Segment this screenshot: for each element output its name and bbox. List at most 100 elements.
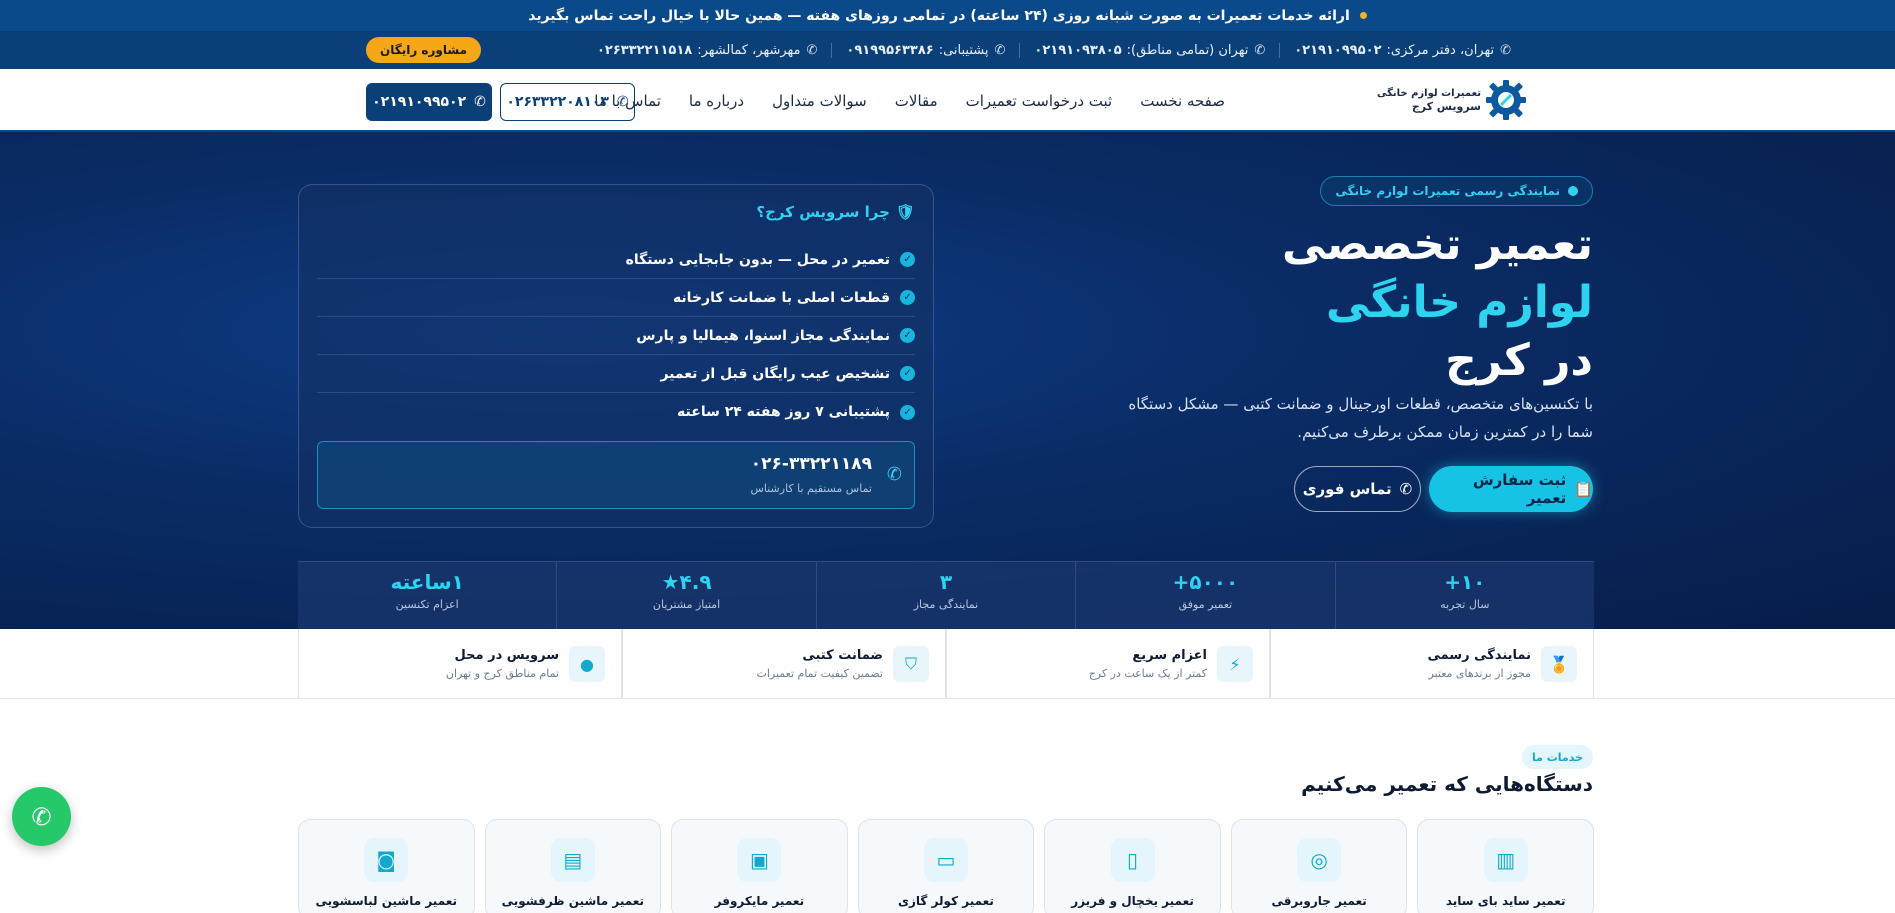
stats-bar: ۱۰+ سال تجربه ۵۰۰۰+ تعمیر موفق ۳ نمایندگی م… <box>298 561 1594 629</box>
feature-title: سرویس در محل <box>454 648 559 663</box>
contact-item-support[interactable]: ✆ پشتیبانی: ۰۹۱۹۹۵۶۳۳۸۶ <box>831 42 1019 58</box>
phone-icon: ✆ <box>616 94 629 110</box>
nav-menu: صفحه نخست ثبت درخواست تعمیرات مقالات سوا… <box>566 69 1225 132</box>
why-item-text: قطعات اصلی با ضمانت کارخانه <box>672 289 890 306</box>
stat-label: امتیاز مشتریان <box>652 598 721 611</box>
washing-machine-icon: ◙ <box>364 838 409 882</box>
stat-label: اعزام تکنسین <box>395 598 459 611</box>
why-item: ✓ قطعات اصلی با ضمانت کارخانه <box>317 279 915 317</box>
contact-label: پشتیبانی: <box>938 42 989 58</box>
why-list: ✓ تعمیر در محل — بدون جابجایی دستگاه ✓ قطع… <box>317 241 915 431</box>
service-card[interactable]: ▥ تعمیر ساید بای ساید <box>1417 819 1594 913</box>
hero-description: با تکنسین‌های متخصص، قطعات اورجینال و ضم… <box>1128 395 1593 441</box>
hero-title-line3: در کرج <box>1445 335 1593 386</box>
contact-label: تهران، دفتر مرکزی: <box>1386 42 1495 58</box>
contact-item-central[interactable]: ✆ تهران، دفتر مرکزی: ۰۲۱۹۱۰۹۹۵۰۲ <box>1279 42 1525 58</box>
service-name: تعمیر یخچال و فریزر <box>1071 894 1194 908</box>
feature-warranty: ⛉ ضمانت کتبی تضمین کیفیت تمام تعمیرات <box>622 629 946 699</box>
stat-item: ۱ساعته اعزام تکنسین <box>298 562 556 629</box>
why-title-text: چرا سرویس کرج؟ <box>756 203 890 221</box>
gear-logo-icon <box>1486 80 1526 120</box>
phone-call-icon: ✆ <box>886 464 902 485</box>
bolt-icon: ⚡ <box>1217 646 1253 682</box>
contact-item-mehrshahr[interactable]: ✆ مهرشهر، کمالشهر: ۰۲۶۳۳۲۲۱۱۵۱۸ <box>583 43 831 58</box>
phone-icon: ✆ <box>994 42 1006 58</box>
hero-badge: نمایندگی رسمی تعمیرات لوازم خانگی <box>1320 176 1593 206</box>
contact-number[interactable]: ۰۲۱۹۱۰۹۳۸۰۵ <box>1034 43 1121 58</box>
nav-item-faq[interactable]: سوالات متداول <box>772 92 867 110</box>
why-item-text: تشخیص عیب رایگان قبل از تعمیر <box>660 365 890 382</box>
fridge-icon: ▯ <box>1110 838 1155 882</box>
why-item: ✓ نمایندگی مجاز اسنوا، هیمالیا و پارس <box>317 317 915 355</box>
service-name: تعمیر کولر گازی <box>898 894 994 908</box>
stat-item: ۴.۹★ امتیاز مشتریان <box>556 562 815 629</box>
contact-item-tehran[interactable]: ✆ تهران (تمامی مناطق): ۰۲۱۹۱۰۹۳۸۰۵ <box>1019 42 1279 58</box>
service-name: تعمیر ساید بای ساید <box>1445 894 1566 908</box>
stat-value: ۱۰+ <box>1444 570 1486 594</box>
phone-outline-number: ۰۲۶۳۳۲۲۰۸۱۰۳ <box>506 94 609 110</box>
nav-item-about[interactable]: درباره ما <box>689 92 744 110</box>
feature-sub: مجوز از برندهای معتبر <box>1428 667 1531 680</box>
contact-label: مهرشهر، کمالشهر: <box>697 42 801 58</box>
shield-icon: ⛉ <box>893 646 929 682</box>
location-icon: ● <box>569 646 605 682</box>
floating-call-button[interactable]: ✆ <box>12 787 71 846</box>
announcement-text: ارائه خدمات تعمیرات به صورت شبانه روزی (… <box>528 7 1350 24</box>
why-item-text: پشتیبانی ۷ روز هفته ۲۴ ساعته <box>677 404 890 420</box>
expert-call-sub: تماس مستقیم با کارشناس <box>750 482 872 495</box>
nav-item-repair-request[interactable]: ثبت درخواست تعمیرات <box>966 92 1113 110</box>
order-repair-button[interactable]: 📋 ثبت سفارش تعمیر <box>1429 466 1593 512</box>
expert-call-box[interactable]: ✆ ۰۲۶-۳۳۲۲۱۱۸۹ تماس مستقیم با کارشناس <box>317 441 915 509</box>
hero-title-line1: تعمیر تخصصی <box>1282 219 1593 270</box>
contact-number[interactable]: ۰۲۶۳۳۲۲۱۱۵۱۸ <box>597 43 692 58</box>
services-grid: ▥ تعمیر ساید بای ساید ◎ تعمیر جاروبرقی ▯ تع… <box>297 819 1594 913</box>
service-card[interactable]: ◎ تعمیر جاروبرقی <box>1230 819 1408 913</box>
contact-number[interactable]: ۰۲۱۹۱۰۹۹۵۰۲ <box>1294 43 1381 58</box>
logo[interactable]: تعمیرات لوازم خانگی سرویس کرج <box>1377 79 1527 121</box>
why-item: ✓ تعمیر در محل — بدون جابجایی دستگاه <box>317 241 915 279</box>
phone-icon: ✆ <box>31 802 52 831</box>
logo-line2: سرویس کرج <box>1411 100 1481 113</box>
why-item-text: نمایندگی مجاز اسنوا، هیمالیا و پارس <box>636 327 890 344</box>
check-icon: ✓ <box>900 252 915 267</box>
side-by-side-fridge-icon: ▥ <box>1483 838 1528 882</box>
contact-bar: ✆ تهران، دفتر مرکزی: ۰۲۱۹۱۰۹۹۵۰۲ ✆ تهران… <box>0 31 1895 69</box>
why-title: 🛡 چرا سرویس کرج؟ <box>756 203 915 221</box>
stat-item: ۵۰۰۰+ تعمیر موفق <box>1075 562 1334 629</box>
service-card[interactable]: ▣ تعمیر مایکروفر <box>671 819 848 913</box>
service-card[interactable]: ◙ تعمیر ماشین لباسشویی <box>297 819 475 913</box>
hero-title-line2: لوازم خانگی <box>1326 277 1593 328</box>
service-name: تعمیر ماشین لباسشویی <box>315 894 458 908</box>
check-icon: ✓ <box>900 290 915 305</box>
service-name: تعمیر ماشین ظرفشویی <box>501 894 645 908</box>
service-card[interactable]: ▯ تعمیر یخچال و فریزر <box>1044 819 1221 913</box>
free-consult-button[interactable]: مشاوره رایگان <box>366 37 482 63</box>
service-name: تعمیر جاروبرقی <box>1271 894 1367 908</box>
instant-call-button[interactable]: ✆ تماس فوری <box>1294 466 1421 512</box>
nav-item-articles[interactable]: مقالات <box>895 92 938 110</box>
why-item: ✓ تشخیص عیب رایگان قبل از تعمیر <box>317 355 915 393</box>
feature-title: نمایندگی رسمی <box>1427 648 1531 663</box>
feature-onsite: ● سرویس در محل تمام مناطق کرج و تهران <box>298 629 622 699</box>
vacuum-icon: ◎ <box>1297 838 1342 882</box>
why-item-text: تعمیر در محل — بدون جابجایی دستگاه <box>625 251 890 268</box>
phone-outline-button[interactable]: ✆ ۰۲۶۳۳۲۲۰۸۱۰۳ <box>500 83 635 121</box>
features-bar: 🏅 نمایندگی رسمی مجوز از برندهای معتبر ⚡ ا… <box>0 629 1895 699</box>
dishwasher-icon: ▤ <box>550 838 595 882</box>
expert-call-number: ۰۲۶-۳۳۲۲۱۱۸۹ <box>750 454 872 474</box>
contact-label: تهران (تمامی مناطق): <box>1126 42 1249 58</box>
stat-value: ۱ساعته <box>390 570 464 594</box>
service-card[interactable]: ▭ تعمیر کولر گازی <box>857 819 1035 913</box>
announcement-bar: ارائه خدمات تعمیرات به صورت شبانه روزی (… <box>0 0 1895 31</box>
phone-solid-button[interactable]: ✆ ۰۲۱۹۱۰۹۹۵۰۲ <box>366 83 492 121</box>
hero-title: تعمیر تخصصی لوازم خانگی در کرج <box>1282 216 1593 390</box>
feature-sub: تمام مناطق کرج و تهران <box>445 667 559 680</box>
nav-item-home[interactable]: صفحه نخست <box>1140 92 1225 110</box>
hero-badge-text: نمایندگی رسمی تعمیرات لوازم خانگی <box>1335 184 1560 198</box>
contact-number[interactable]: ۰۹۱۹۹۵۶۳۳۸۶ <box>846 43 933 58</box>
hero-section: نمایندگی رسمی تعمیرات لوازم خانگی تعمیر … <box>0 132 1895 629</box>
service-card[interactable]: ▤ تعمیر ماشین ظرفشویی <box>484 819 662 913</box>
feature-sub: کمتر از یک ساعت در کرج <box>1088 667 1207 680</box>
stat-value: ۳ <box>939 570 953 594</box>
phone-icon: ✆ <box>806 42 818 58</box>
